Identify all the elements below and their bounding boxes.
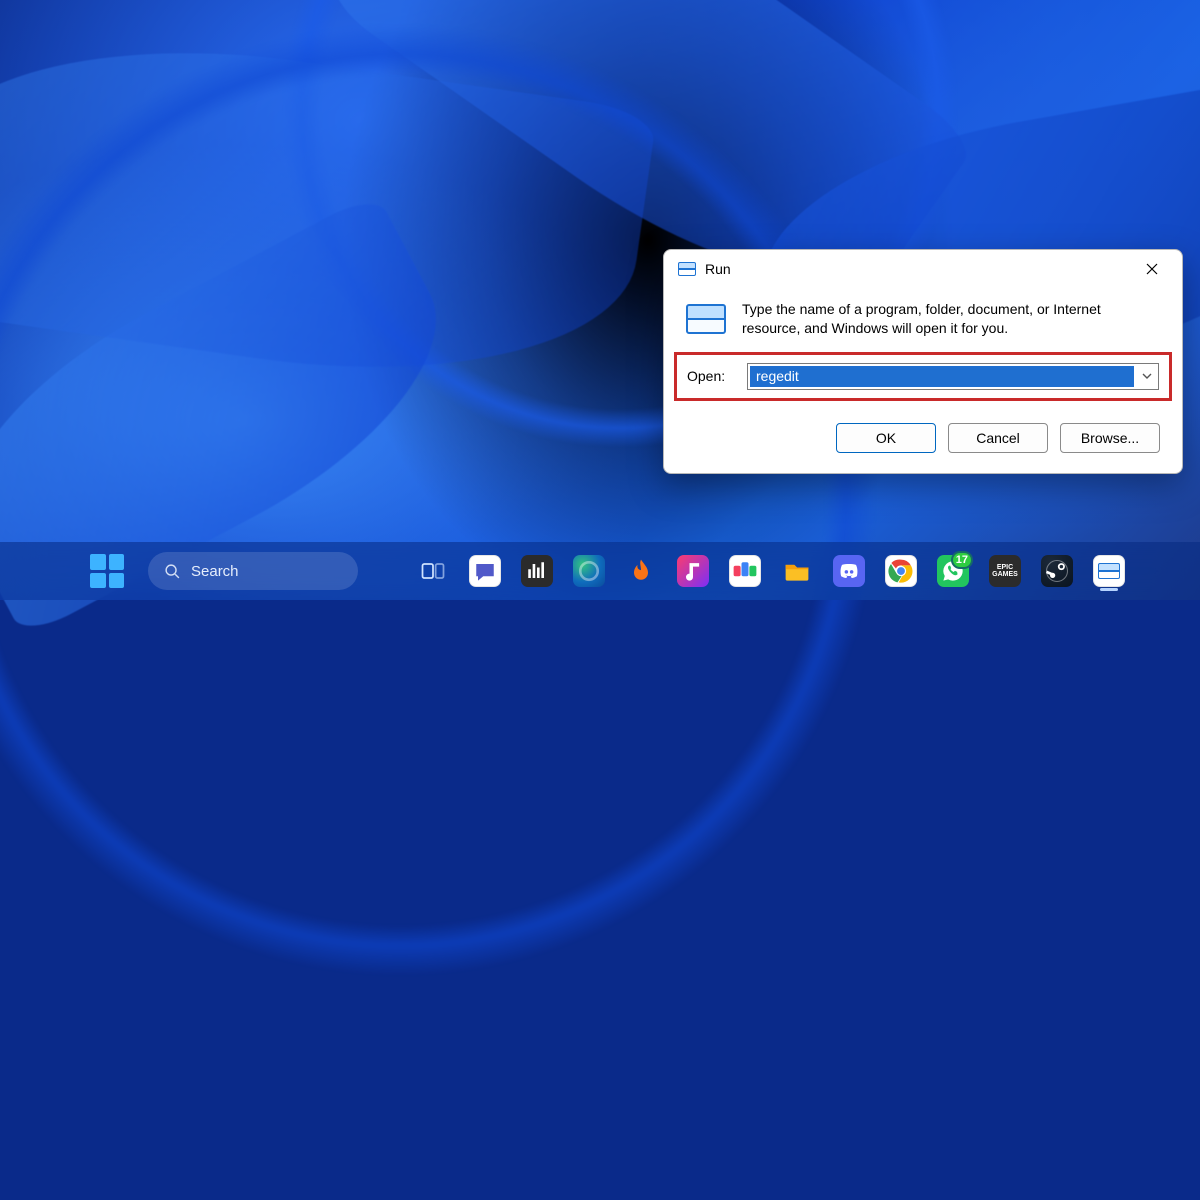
run-title: Run (705, 261, 731, 277)
open-input[interactable] (750, 366, 1134, 387)
run-instruction-text: Type the name of a program, folder, docu… (742, 300, 1160, 338)
run-taskbar-icon (1093, 555, 1125, 587)
chevron-down-icon[interactable] (1136, 371, 1158, 381)
taskbar-flame[interactable] (620, 550, 662, 592)
browse-button[interactable]: Browse... (1060, 423, 1160, 453)
edge-icon (573, 555, 605, 587)
taskbar-file-explorer[interactable] (776, 550, 818, 592)
whatsapp-icon: 17 (937, 555, 969, 587)
search-placeholder: Search (191, 563, 239, 580)
taskbar-steam[interactable] (1036, 550, 1078, 592)
taskbar-edge[interactable] (568, 550, 610, 592)
close-icon[interactable] (1130, 254, 1174, 284)
equalizer-icon (521, 555, 553, 587)
discord-icon (833, 555, 865, 587)
taskbar-music[interactable] (672, 550, 714, 592)
run-dialog: Run Type the name of a program, folder, … (663, 249, 1183, 474)
run-titlebar[interactable]: Run (664, 250, 1182, 288)
epic-games-icon: EPICGAMES (989, 555, 1021, 587)
flame-icon (625, 555, 657, 587)
taskbar-run[interactable] (1088, 550, 1130, 592)
gallery-icon (729, 555, 761, 587)
taskbar: Search (0, 542, 1200, 600)
steam-icon (1041, 555, 1073, 587)
start-button[interactable] (90, 554, 124, 588)
taskbar-discord[interactable] (828, 550, 870, 592)
taskbar-whatsapp[interactable]: 17 (932, 550, 974, 592)
music-icon (677, 555, 709, 587)
search-icon (164, 563, 181, 580)
open-field-highlight: Open: (674, 352, 1172, 401)
taskbar-chat[interactable] (464, 550, 506, 592)
open-combobox[interactable] (747, 363, 1159, 390)
cancel-button[interactable]: Cancel (948, 423, 1048, 453)
taskbar-epic-games[interactable]: EPICGAMES (984, 550, 1026, 592)
folder-icon (781, 555, 813, 587)
taskbar-chrome[interactable] (880, 550, 922, 592)
whatsapp-badge: 17 (951, 551, 973, 569)
chrome-icon (885, 555, 917, 587)
run-icon (678, 262, 696, 276)
chat-icon (469, 555, 501, 587)
open-label: Open: (687, 368, 733, 384)
taskbar-equalizer[interactable] (516, 550, 558, 592)
ok-button[interactable]: OK (836, 423, 936, 453)
taskbar-gallery[interactable] (724, 550, 766, 592)
run-large-icon (686, 304, 726, 334)
taskbar-search[interactable]: Search (148, 552, 358, 590)
task-view-icon (417, 555, 449, 587)
taskbar-task-view[interactable] (412, 550, 454, 592)
